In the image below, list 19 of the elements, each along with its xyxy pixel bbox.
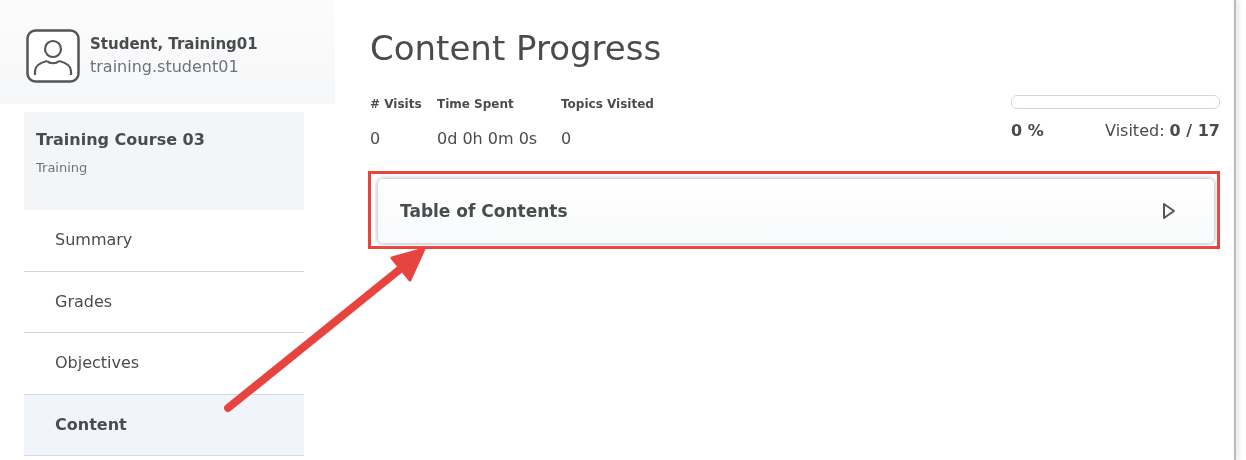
- page-title: Content Progress: [370, 30, 663, 68]
- stat-label: Time Spent: [437, 96, 515, 114]
- stat-label: Topics Visited: [561, 96, 655, 114]
- nav-item[interactable]: Objectives: [24, 333, 304, 395]
- table-of-contents-button[interactable]: Table of Contents: [377, 178, 1215, 245]
- course-subtitle: Training: [36, 159, 89, 177]
- nav-item[interactable]: Content: [24, 394, 304, 456]
- stat-value: 0: [561, 128, 573, 151]
- visited-count: Visited: 0 / 17: [1105, 120, 1220, 143]
- user-name: Student, Training01: [90, 33, 258, 55]
- stat-value: 0d 0h 0m 0s: [437, 128, 539, 151]
- stat-value: 0: [370, 128, 382, 151]
- avatar-icon: [26, 29, 80, 83]
- nav-item[interactable]: Grades: [24, 271, 304, 333]
- course-title: Training Course 03: [36, 129, 206, 151]
- stat-label: # Visits: [370, 96, 423, 114]
- progress-percent: 0 %: [1011, 120, 1044, 143]
- nav-item[interactable]: Summary: [24, 210, 304, 272]
- username: training.student01: [90, 56, 240, 79]
